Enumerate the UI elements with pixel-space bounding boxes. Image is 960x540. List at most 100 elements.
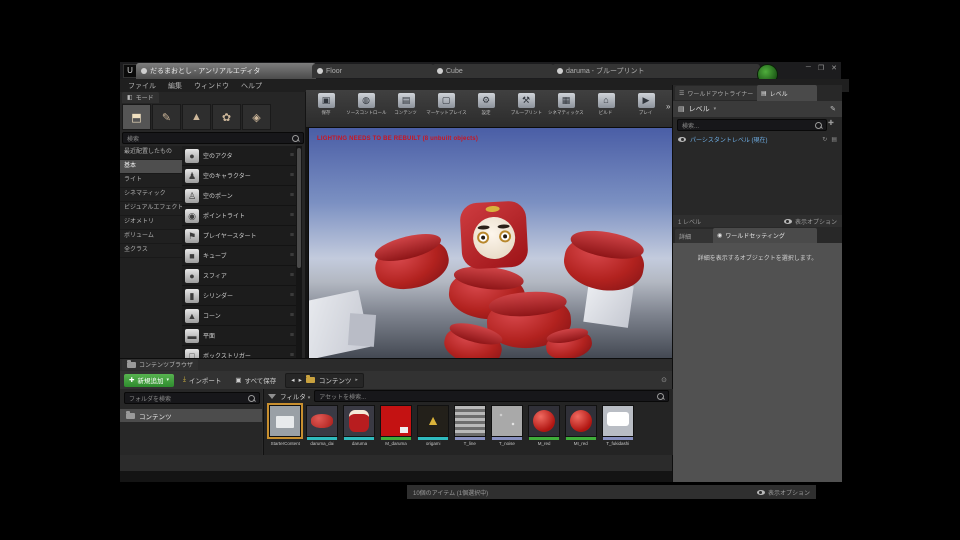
add-new-button[interactable]: ✚ 新規追加 ▾ (124, 373, 174, 387)
asset-tile[interactable]: T_noise (490, 405, 524, 447)
toolbar-button[interactable]: ▦ シネマティックス (546, 90, 586, 116)
asset-tile[interactable]: T_line (453, 405, 487, 447)
folder-icon (305, 375, 315, 383)
asset-tile[interactable]: StarterContent (267, 403, 303, 447)
import-button[interactable]: ⤓ インポート (178, 374, 226, 387)
toolbar-button[interactable]: ▢ マーケットプレイス (426, 90, 466, 116)
drag-grip-icon[interactable]: ≡ (290, 272, 294, 279)
place-category[interactable]: 全クラス (120, 244, 182, 258)
maximize-button[interactable]: ❐ (818, 64, 824, 72)
tab-world-outliner[interactable]: ☰ ワールドアウトライナー (675, 86, 761, 100)
asset-tile[interactable]: M_daruma (379, 405, 413, 447)
place-item[interactable]: ● 空のアクタ ≡ (182, 146, 296, 166)
menu-item[interactable]: 編集 (168, 81, 182, 91)
drag-grip-icon[interactable]: ≡ (290, 312, 294, 319)
edit-icon[interactable]: ✎ (830, 105, 836, 113)
drag-grip-icon[interactable]: ≡ (290, 252, 294, 259)
place-item[interactable]: ♟ 空のキャラクター ≡ (182, 166, 296, 186)
tab-world-settings[interactable]: ◉ ワールドセッティング (713, 228, 817, 243)
add-level-icon[interactable]: ✚ (828, 119, 834, 127)
mode-tool-button[interactable]: ◈ (242, 104, 271, 130)
level-refresh-icon[interactable]: ↻ (822, 136, 827, 143)
menu-item[interactable]: ファイル (128, 81, 156, 91)
toolbar-icon: ▢ (437, 93, 455, 108)
modes-search-input[interactable]: 検索 (122, 132, 304, 144)
toolbar-button[interactable]: ▤ コンテンツ (386, 90, 426, 116)
level-viewport[interactable]: LIGHTING NEEDS TO BE REBUILT (8 unbuilt … (308, 127, 674, 362)
asset-tile[interactable]: MI_red (564, 405, 598, 447)
drag-grip-icon[interactable]: ≡ (290, 332, 294, 339)
toolbar-button[interactable]: ⚙ 設定 (466, 90, 506, 116)
toolbar-button[interactable]: ⚒ ブループリント (506, 90, 546, 116)
levels-search-input[interactable]: 検索... (677, 119, 827, 131)
close-button[interactable]: ✕ (831, 64, 837, 72)
save-all-button[interactable]: ▣ すべて保存 (230, 374, 281, 387)
editor-tab-blueprint[interactable]: daruma - ブループリント (552, 64, 760, 78)
drag-grip-icon[interactable]: ≡ (290, 212, 294, 219)
place-item[interactable]: ▬ 平面 ≡ (182, 326, 296, 346)
place-item[interactable]: ◉ ポイントライト ≡ (182, 206, 296, 226)
source-folder-content[interactable]: コンテンツ (120, 409, 262, 422)
levels-view-options[interactable]: 表示オプション (783, 217, 837, 226)
menu-item[interactable]: ウィンドウ (194, 81, 229, 91)
mode-tool-button[interactable]: ⬒ (122, 104, 151, 130)
place-item[interactable]: ▲ コーン ≡ (182, 306, 296, 326)
asset-tile[interactable]: ▲ origami (416, 405, 450, 447)
place-category[interactable]: シネマティック (120, 188, 182, 202)
breadcrumb-content[interactable]: コンテンツ (319, 375, 352, 385)
menu-item[interactable]: ヘルプ (241, 81, 262, 91)
nav-back-icon[interactable]: ◂ (291, 376, 294, 384)
toolbar-button[interactable]: ▣ 保存 (306, 90, 346, 116)
cb-view-options[interactable]: 表示オプション (756, 488, 810, 497)
content-browser-tab[interactable]: コンテンツブラウザ (122, 359, 199, 370)
levels-icon: ▤ (761, 90, 767, 97)
place-category[interactable]: ライト (120, 174, 182, 188)
drag-grip-icon[interactable]: ≡ (290, 292, 294, 299)
lock-icon[interactable]: ⊙ (661, 376, 667, 384)
screen: U だるまおとし - アンリアルエディタ Floor Cube daruma -… (0, 0, 960, 540)
drag-grip-icon[interactable]: ≡ (290, 192, 294, 199)
place-item[interactable]: ■ キューブ ≡ (182, 246, 296, 266)
asset-tile[interactable]: M_red (527, 405, 561, 447)
filter-button[interactable]: フィルタ ▾ (280, 391, 310, 401)
filter-icon[interactable] (268, 393, 276, 399)
mode-tool-button[interactable]: ✎ (152, 104, 181, 130)
place-category[interactable]: 基本 (120, 160, 182, 174)
toolbar-button[interactable]: ▶ プレイ (626, 90, 666, 116)
daruma-block (543, 327, 595, 361)
editor-tab-level[interactable]: だるまおとし - アンリアルエディタ (136, 63, 316, 79)
modes-panel-tab[interactable]: ◧ モード (122, 92, 159, 103)
drag-grip-icon[interactable]: ≡ (290, 232, 294, 239)
asset-tile[interactable]: daruma (342, 405, 376, 447)
nav-forward-icon[interactable]: ▸ (299, 376, 302, 384)
place-category[interactable]: ジオメトリ (120, 216, 182, 230)
asset-tile[interactable]: T_fukidashi (601, 405, 635, 447)
folder-search-input[interactable]: フォルダを検索 (124, 392, 260, 404)
drag-grip-icon[interactable]: ≡ (290, 172, 294, 179)
toolbar-button[interactable]: ◍ ソースコントロール (346, 90, 386, 116)
tab-details[interactable]: 詳細 (675, 229, 717, 243)
place-item[interactable]: ● スフィア ≡ (182, 266, 296, 286)
tab-levels[interactable]: ▤ レベル (757, 85, 817, 101)
place-category[interactable]: ビジュアルエフェクト (120, 202, 182, 216)
level-save-icon[interactable]: ▤ (831, 136, 837, 143)
place-item[interactable]: ▮ シリンダー ≡ (182, 286, 296, 306)
persistent-level-row[interactable]: パーシスタントレベル (現在) ↻ ▤ (673, 133, 842, 146)
mode-tool-button[interactable]: ✿ (212, 104, 241, 130)
visibility-eye-icon[interactable] (678, 137, 686, 142)
asset-tile[interactable]: daruma_dai (305, 405, 339, 447)
place-item[interactable]: ⚑ プレイヤースタート ≡ (182, 226, 296, 246)
place-item-list: ● 空のアクタ ≡ ♟ 空のキャラクター ≡ ♙ 空のポーン ≡ ◉ ポイントラ… (182, 146, 296, 360)
place-category[interactable]: 最近配置したもの (120, 146, 182, 160)
toolbar-button[interactable]: ⌂ ビルド (586, 90, 626, 116)
place-category[interactable]: ボリューム (120, 230, 182, 244)
editor-tab-floor[interactable]: Floor (312, 64, 434, 78)
mode-tool-button[interactable]: ▲ (182, 104, 211, 130)
place-item[interactable]: ♙ 空のポーン ≡ (182, 186, 296, 206)
minimize-button[interactable]: ─ (806, 64, 811, 72)
levels-menu-icon[interactable]: ▤ (678, 105, 685, 113)
editor-tab-cube[interactable]: Cube (432, 64, 554, 78)
asset-search-input[interactable]: アセットを検索... (314, 390, 669, 402)
place-list-scrollbar[interactable] (296, 146, 302, 360)
drag-grip-icon[interactable]: ≡ (290, 152, 294, 159)
